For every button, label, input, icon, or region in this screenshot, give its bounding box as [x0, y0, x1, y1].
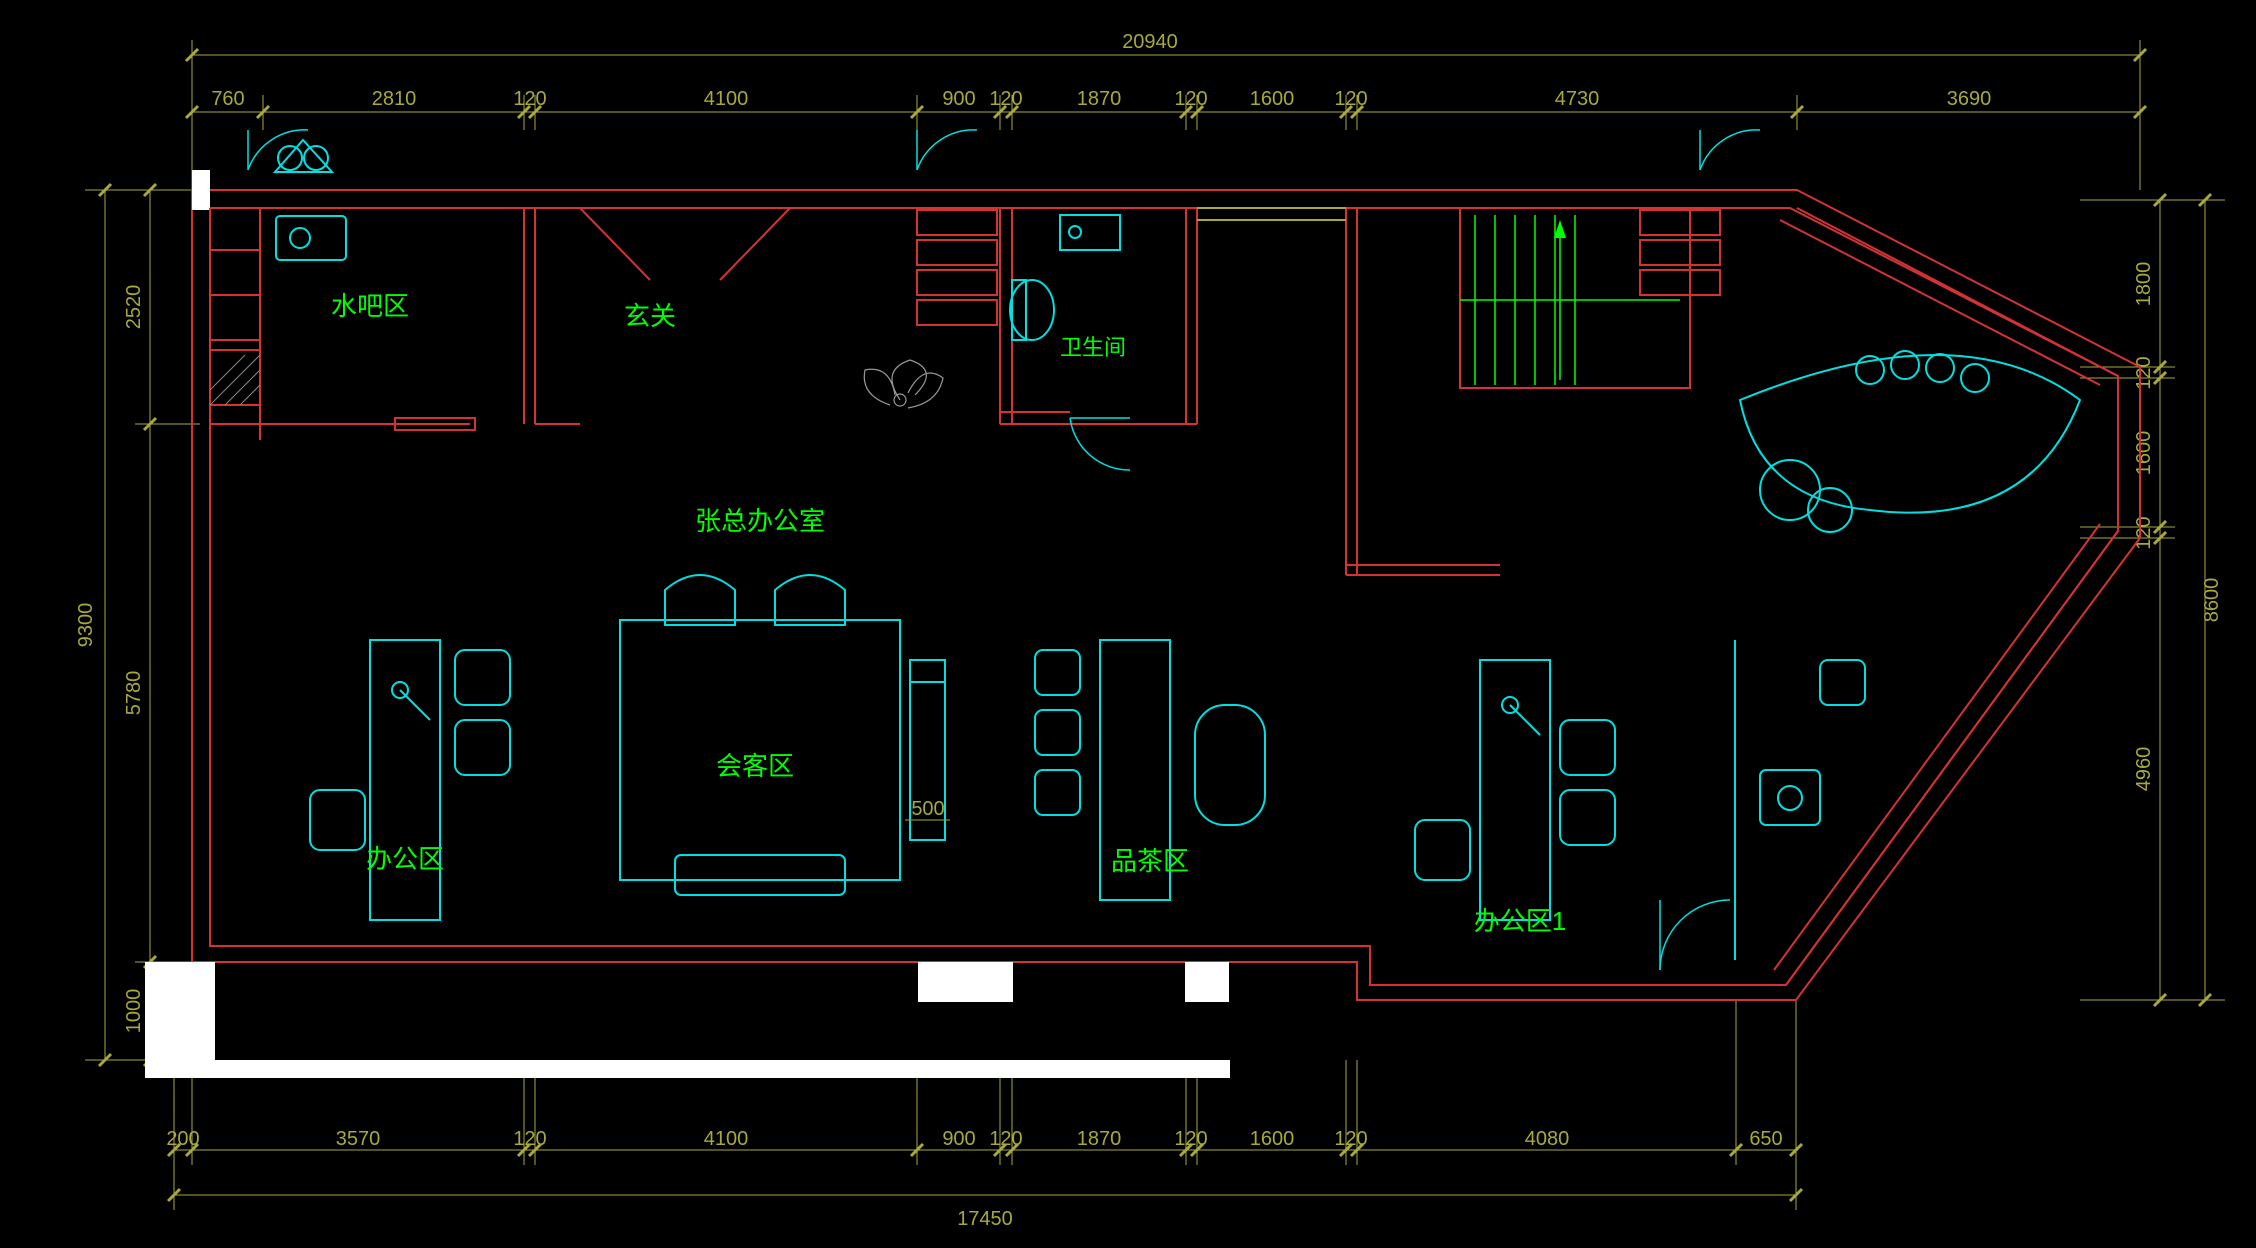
label-wc: 卫生间: [1060, 335, 1126, 360]
svg-text:17450: 17450: [957, 1208, 1013, 1230]
svg-text:9300: 9300: [75, 603, 97, 648]
svg-text:900: 900: [942, 1128, 975, 1150]
label-director: 张总办公室: [695, 506, 825, 536]
svg-text:3690: 3690: [1947, 88, 1992, 110]
svg-text:1000: 1000: [123, 989, 145, 1034]
svg-text:120: 120: [989, 1128, 1022, 1150]
dim-left: 9300 2520 5780 1000: [75, 184, 200, 1066]
svg-text:120: 120: [989, 88, 1022, 110]
label-office: 办公区: [366, 844, 444, 874]
walls-interior: [210, 208, 2118, 1000]
svg-text:1600: 1600: [1250, 88, 1295, 110]
svg-text:2810: 2810: [372, 88, 417, 110]
svg-text:4080: 4080: [1525, 1128, 1570, 1150]
svg-text:120: 120: [1174, 88, 1207, 110]
walls-outer: [145, 170, 2140, 1078]
svg-text:3570: 3570: [336, 1128, 381, 1150]
svg-text:120: 120: [1334, 88, 1367, 110]
label-tea: 品茶区: [1111, 846, 1189, 876]
svg-text:1870: 1870: [1077, 88, 1122, 110]
svg-text:4960: 4960: [2133, 747, 2155, 792]
dim-bottom: 17450 200 3570 120 4100 900 120 1870 120…: [166, 1000, 1802, 1230]
svg-text:8600: 8600: [2201, 578, 2223, 623]
svg-text:4730: 4730: [1555, 88, 1600, 110]
dim-right: 8600 1800 120 1600 120 4960: [2080, 194, 2225, 1006]
svg-text:120: 120: [2133, 516, 2155, 549]
room-labels: 水吧区 玄关 卫生间 张总办公室 办公区 会客区 品茶区 办公区1: [331, 291, 1566, 936]
dim-top-total-val: 20940: [1122, 31, 1178, 53]
svg-text:120: 120: [513, 88, 546, 110]
svg-text:120: 120: [2133, 356, 2155, 389]
label-meeting: 会客区: [716, 751, 794, 781]
svg-text:1600: 1600: [2133, 431, 2155, 476]
svg-text:900: 900: [942, 88, 975, 110]
dim-top-segments: 760 2810 120 4100 900 120 1870 120 1600 …: [186, 88, 2146, 130]
svg-text:5780: 5780: [123, 671, 145, 716]
svg-text:120: 120: [1334, 1128, 1367, 1150]
dim-top-total: 20940: [186, 31, 2146, 190]
label-bar: 水吧区: [331, 291, 409, 321]
svg-text:1800: 1800: [2133, 262, 2155, 307]
svg-text:650: 650: [1749, 1128, 1782, 1150]
furniture: 500: [275, 140, 2080, 960]
label-office1: 办公区1: [1474, 906, 1566, 936]
svg-text:1600: 1600: [1250, 1128, 1295, 1150]
svg-text:2520: 2520: [123, 285, 145, 330]
floor-plan: 20940 760 2810 120 4100 900 120 1870 120…: [0, 0, 2256, 1248]
svg-text:1870: 1870: [1077, 1128, 1122, 1150]
svg-text:120: 120: [513, 1128, 546, 1150]
svg-text:4100: 4100: [704, 88, 749, 110]
label-foyer: 玄关: [624, 301, 676, 331]
svg-text:200: 200: [166, 1128, 199, 1150]
svg-text:120: 120: [1174, 1128, 1207, 1150]
svg-text:500: 500: [911, 798, 944, 820]
svg-text:4100: 4100: [704, 1128, 749, 1150]
doors: [248, 130, 1760, 970]
svg-text:760: 760: [211, 88, 244, 110]
